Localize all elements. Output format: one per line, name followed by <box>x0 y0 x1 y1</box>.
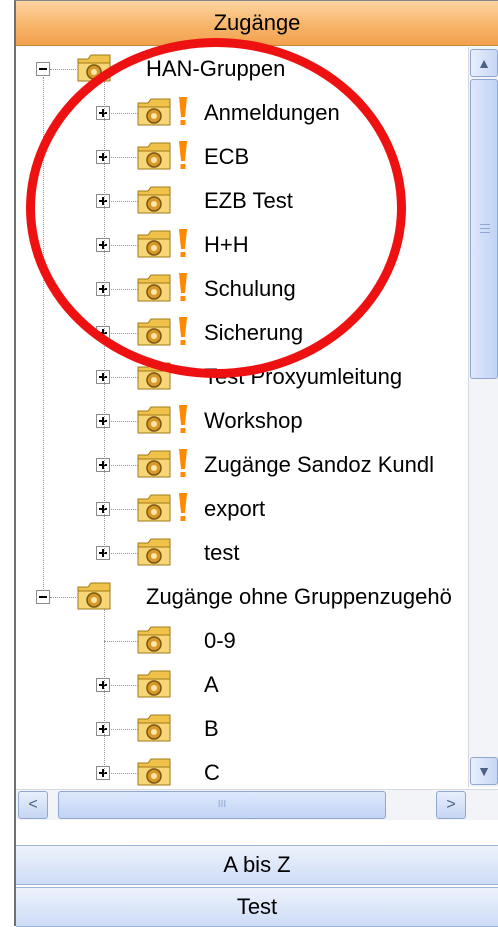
access-tree: HAN-Gruppen Anmeldungen ECB EZB Test H+H Schu… <box>16 47 466 787</box>
thumb-grip <box>480 228 490 229</box>
tree-item-label: test <box>204 540 240 565</box>
expand-toggle-icon[interactable] <box>96 678 110 692</box>
tree-item-row[interactable]: export <box>16 487 466 531</box>
tree-item-row[interactable]: Test Proxyumleitung <box>16 355 466 399</box>
tree-item-row[interactable]: A <box>16 663 466 707</box>
tree-item-label: Schulung <box>204 276 296 301</box>
folder-icon <box>136 491 172 525</box>
scroll-left-button[interactable]: < <box>18 791 48 819</box>
expand-toggle-icon[interactable] <box>96 194 110 208</box>
horizontal-scroll-thumb[interactable]: III <box>58 791 386 819</box>
tree-item-row[interactable]: Sicherung <box>16 311 466 355</box>
warning-icon <box>176 139 190 173</box>
folder-icon <box>136 271 172 305</box>
horizontal-scrollbar[interactable]: < III > <box>16 789 498 820</box>
tree-item-row[interactable]: H+H <box>16 223 466 267</box>
tree-item-row[interactable]: Workshop <box>16 399 466 443</box>
warning-icon <box>176 271 190 305</box>
folder-icon <box>136 95 172 129</box>
thumb-grip-label: III <box>217 799 227 810</box>
folder-icon <box>136 667 172 701</box>
warning-icon <box>176 491 190 525</box>
tree-item-label: EZB Test <box>204 188 293 213</box>
access-panel: Zugänge HAN-Gruppen Anmeldungen ECB EZB Tes… <box>14 0 498 927</box>
panel-header-zugaenge[interactable]: Zugänge <box>16 1 498 46</box>
tree-item-label: ECB <box>204 144 250 169</box>
folder-icon <box>136 227 172 261</box>
tree-item-label: export <box>204 496 266 521</box>
expand-toggle-icon[interactable] <box>96 150 110 164</box>
tree-item-row[interactable]: Anmeldungen <box>16 91 466 135</box>
folder-icon <box>136 711 172 745</box>
vertical-scroll-thumb[interactable] <box>470 79 498 379</box>
tree-item-row[interactable]: EZB Test <box>16 179 466 223</box>
expand-toggle-icon[interactable] <box>96 458 110 472</box>
tree-group-label: HAN-Gruppen <box>146 56 286 81</box>
folder-icon <box>136 139 172 173</box>
warning-icon <box>176 95 190 129</box>
tree-item-row[interactable]: ECB <box>16 135 466 179</box>
tree-item-label: C <box>204 760 220 785</box>
tree-item-label: Anmeldungen <box>204 100 340 125</box>
tree-item-row[interactable]: test <box>16 531 466 575</box>
scroll-up-button[interactable]: ▲ <box>470 49 498 77</box>
scroll-down-button[interactable]: ▼ <box>470 757 498 785</box>
expand-toggle-icon[interactable] <box>96 414 110 428</box>
collapse-toggle-icon[interactable] <box>36 590 50 604</box>
tree-connector <box>104 81 105 553</box>
tree-group-row[interactable]: Zugänge ohne Gruppenzugehö <box>16 575 466 619</box>
folder-icon <box>136 315 172 349</box>
expand-toggle-icon[interactable] <box>96 282 110 296</box>
expand-toggle-icon[interactable] <box>96 722 110 736</box>
expand-toggle-icon[interactable] <box>96 502 110 516</box>
folder-icon <box>136 755 172 787</box>
tree-connector <box>50 69 76 70</box>
tree-item-row[interactable]: C <box>16 751 466 787</box>
tree-item-row[interactable]: B <box>16 707 466 751</box>
collapse-toggle-icon[interactable] <box>36 62 50 76</box>
thumb-grip <box>480 224 490 225</box>
vertical-scrollbar[interactable]: ▲ ▼ <box>468 47 498 787</box>
tree-item-label: Workshop <box>204 408 303 433</box>
expand-toggle-icon[interactable] <box>96 370 110 384</box>
nav-a-bis-z-button[interactable]: A bis Z <box>16 845 498 885</box>
tree-item-label: A <box>204 672 219 697</box>
tree-item-label: 0-9 <box>204 628 236 653</box>
warning-icon <box>176 447 190 481</box>
expand-toggle-icon[interactable] <box>96 546 110 560</box>
folder-icon <box>136 447 172 481</box>
warning-icon <box>176 315 190 349</box>
folder-icon <box>76 51 112 85</box>
expand-toggle-icon[interactable] <box>96 326 110 340</box>
tree-connector <box>104 641 138 642</box>
tree-item-label: Sicherung <box>204 320 304 345</box>
tree-connector <box>104 609 105 773</box>
tree-item-row[interactable]: Zugänge Sandoz Kundl <box>16 443 466 487</box>
folder-icon <box>136 403 172 437</box>
warning-icon <box>176 227 190 261</box>
tree-group-label: Zugänge ohne Gruppenzugehö <box>146 584 452 609</box>
thumb-grip <box>480 232 490 233</box>
folder-icon <box>136 623 172 657</box>
folder-icon <box>136 183 172 217</box>
tree-item-row[interactable]: Schulung <box>16 267 466 311</box>
tree-item-label: B <box>204 716 219 741</box>
expand-toggle-icon[interactable] <box>96 238 110 252</box>
tree-item-label: Zugänge Sandoz Kundl <box>204 452 434 477</box>
tree-group-row[interactable]: HAN-Gruppen <box>16 47 466 91</box>
nav-test-button[interactable]: Test <box>16 887 498 927</box>
folder-icon <box>136 359 172 393</box>
tree-item-label: H+H <box>204 232 249 257</box>
tree-item-row[interactable]: 0-9 <box>16 619 466 663</box>
tree-item-label: Test Proxyumleitung <box>204 364 403 389</box>
expand-toggle-icon[interactable] <box>96 766 110 780</box>
tree-connector <box>50 597 76 598</box>
folder-icon <box>76 579 112 613</box>
warning-icon <box>176 403 190 437</box>
folder-icon <box>136 535 172 569</box>
scroll-right-button[interactable]: > <box>436 791 466 819</box>
expand-toggle-icon[interactable] <box>96 106 110 120</box>
